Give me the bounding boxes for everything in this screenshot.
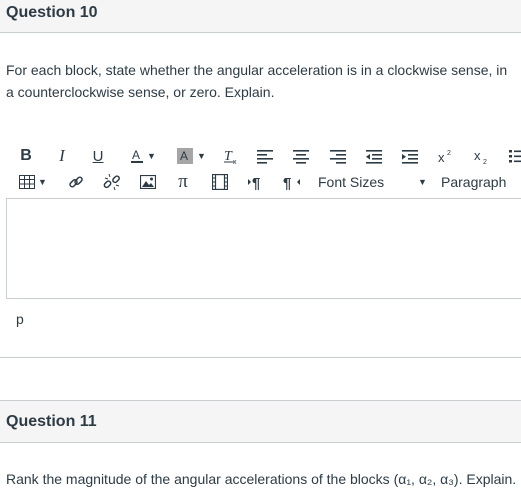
superscript-button[interactable]: x2 [437, 144, 455, 168]
svg-text:x: x [438, 150, 445, 164]
font-sizes-dropdown[interactable]: Font Sizes ▼ [318, 170, 428, 194]
link-button[interactable] [67, 170, 85, 194]
bold-icon: B [20, 147, 32, 164]
subscript-icon: x2 [473, 147, 491, 165]
unlink-button[interactable] [103, 170, 121, 194]
svg-text:2: 2 [483, 159, 487, 165]
table-icon [19, 175, 36, 189]
outdent-icon [365, 148, 383, 164]
svg-text:x: x [233, 159, 237, 165]
chevron-down-icon: ▼ [38, 177, 47, 187]
clear-formatting-button[interactable]: Tx [222, 144, 240, 168]
svg-text:A: A [180, 149, 188, 163]
question-10-header: Question 10 [0, 0, 521, 33]
paragraph-dropdown[interactable]: Paragraph [441, 170, 521, 194]
editor-status-path: p [16, 311, 24, 327]
italic-icon: I [59, 146, 65, 165]
question-10-text: For each block, state whether the angula… [6, 62, 508, 100]
media-button[interactable] [211, 170, 229, 194]
media-icon [212, 174, 228, 190]
svg-text:2: 2 [447, 150, 451, 157]
align-right-icon [329, 148, 347, 164]
svg-text:¶: ¶ [252, 175, 260, 190]
superscript-icon: x2 [437, 148, 455, 164]
question-11-text: Rank the magnitude of the angular accele… [6, 471, 517, 487]
subscript-button[interactable]: x2 [473, 144, 491, 168]
background-color-icon: A [176, 147, 194, 165]
align-center-button[interactable] [292, 144, 310, 168]
rich-text-editor[interactable] [6, 198, 521, 299]
image-button[interactable] [139, 170, 157, 194]
toolbar-row-2: ▼ π ¶ ¶ Font Sizes ▼ Paragraph [0, 170, 521, 194]
indent-icon [401, 148, 419, 164]
image-icon [140, 175, 156, 189]
rtl-button[interactable]: ¶ [282, 170, 302, 194]
text-color-button[interactable]: A ▼ [126, 144, 160, 168]
chevron-down-icon: ▼ [147, 151, 156, 161]
ltr-paragraph-icon: ¶ [247, 174, 265, 190]
align-center-icon [292, 148, 310, 164]
list-icon [508, 148, 521, 164]
svg-text:¶: ¶ [283, 175, 291, 190]
math-pi-icon: π [178, 171, 188, 192]
text-color-icon: A [130, 148, 144, 164]
ltr-button[interactable]: ¶ [246, 170, 266, 194]
italic-button[interactable]: I [55, 144, 69, 168]
question-11-title: Question 11 [6, 413, 97, 430]
unlink-icon [103, 173, 121, 191]
svg-text:A: A [132, 148, 140, 162]
link-icon [68, 174, 84, 190]
list-button[interactable] [508, 144, 521, 168]
align-right-button[interactable] [329, 144, 347, 168]
svg-text:x: x [474, 148, 481, 163]
chevron-down-icon: ▼ [197, 151, 206, 161]
indent-button[interactable] [401, 144, 419, 168]
question-10-divider [0, 357, 521, 358]
underline-icon: U [92, 147, 104, 165]
question-11-header: Question 11 [0, 400, 521, 443]
underline-button[interactable]: U [90, 144, 106, 168]
toolbar-row-1: B I U A ▼ A ▼ Tx x 2 x 2 [0, 144, 521, 168]
math-button[interactable]: π [174, 170, 192, 194]
align-left-icon [256, 148, 274, 164]
clear-formatting-icon: Tx [222, 147, 240, 165]
table-button[interactable]: ▼ [17, 170, 49, 194]
align-left-button[interactable] [256, 144, 274, 168]
font-sizes-label: Font Sizes [318, 174, 385, 190]
chevron-down-icon: ▼ [418, 177, 427, 187]
background-color-button[interactable]: A ▼ [173, 144, 209, 168]
bold-button[interactable]: B [18, 144, 34, 168]
rtl-paragraph-icon: ¶ [283, 174, 301, 190]
paragraph-label: Paragraph [441, 174, 507, 190]
outdent-button[interactable] [365, 144, 383, 168]
question-10-title: Question 10 [6, 4, 98, 21]
